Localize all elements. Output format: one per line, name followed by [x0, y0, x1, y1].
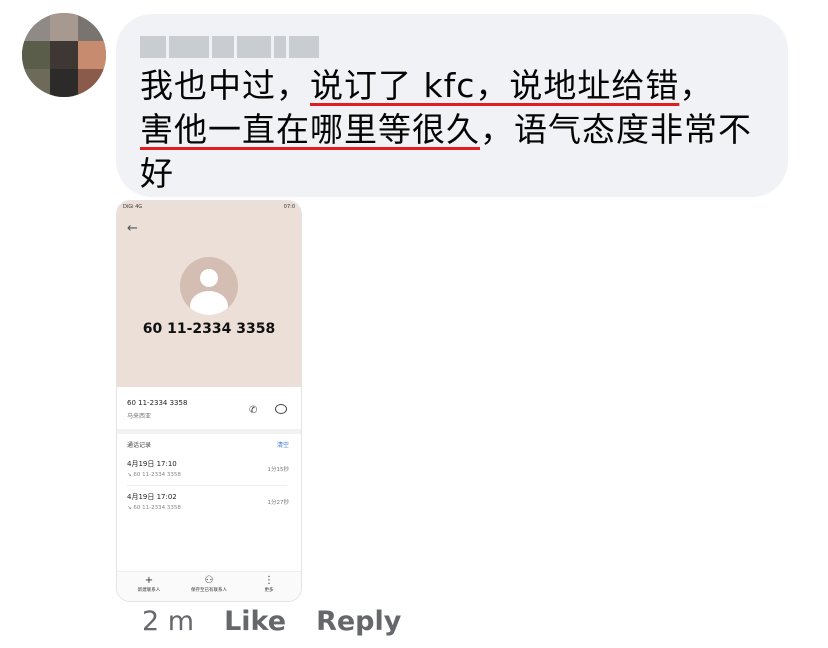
number-location: 马来西亚: [127, 413, 152, 420]
comment-text: 我也中过，说订了 kfc，说地址给错， 害他一直在哪里等很久，语气态度非常不好: [140, 64, 780, 196]
attached-screenshot[interactable]: DiGi 4G 07:0 ← 60 11-2334 3358 60 11-233…: [116, 200, 302, 602]
call-number: ↘ 60 11-2334 3358: [127, 505, 181, 511]
comment-underlined-text: 害他一直在哪里等很久: [140, 110, 480, 149]
tab-label: 新建联系人: [137, 588, 161, 593]
back-arrow-icon[interactable]: ←: [127, 221, 138, 236]
more-icon: ⋮: [264, 575, 274, 586]
tab-label: 保存至已有联系人: [191, 588, 227, 593]
bottom-toolbar: + 新建联系人 ⚇ 保存至已有联系人 ⋮ 更多: [117, 571, 301, 601]
phone-icon[interactable]: ✆: [249, 405, 257, 416]
status-time: 07:0: [283, 204, 295, 210]
like-button[interactable]: Like: [224, 606, 286, 637]
person-icon: ⚇: [204, 575, 214, 586]
divider: [117, 429, 301, 434]
call-entry[interactable]: 4月19日 17:10 ↘ 60 11-2334 3358: [127, 459, 181, 478]
comment-text-part: 我也中过，: [140, 66, 310, 105]
comment-actions: 2 m Like Reply: [142, 606, 401, 637]
save-to-contact-button[interactable]: ⚇ 保存至已有联系人: [179, 575, 239, 593]
number-row[interactable]: 60 11-2334 3358 马来西亚: [127, 399, 187, 420]
clear-history-button[interactable]: 清空: [277, 440, 289, 449]
contact-avatar-icon: [180, 257, 238, 315]
comment-underlined-text: 说订了 kfc，说地址给错: [310, 66, 680, 105]
author-name-redacted[interactable]: [140, 36, 319, 58]
new-contact-button[interactable]: + 新建联系人: [119, 575, 179, 593]
message-icon[interactable]: [275, 404, 287, 414]
call-duration: 1分27秒: [267, 500, 290, 506]
number-detail: 60 11-2334 3358: [127, 399, 188, 407]
call-datetime: 4月19日 17:02: [127, 493, 177, 501]
tab-label: 更多: [264, 588, 274, 593]
comment-timestamp[interactable]: 2 m: [142, 606, 194, 637]
call-history-title: 通话记录: [127, 442, 152, 449]
call-datetime: 4月19日 17:10: [127, 460, 177, 468]
more-button[interactable]: ⋮ 更多: [239, 575, 299, 593]
carrier-label: DiGi 4G: [123, 204, 143, 210]
call-entry[interactable]: 4月19日 17:02 ↘ 60 11-2334 3358: [127, 492, 181, 511]
contact-header: DiGi 4G 07:0 ← 60 11-2334 3358: [117, 201, 301, 387]
comment-text-part: ，: [679, 66, 714, 105]
call-number: ↘ 60 11-2334 3358: [127, 472, 181, 478]
status-bar: DiGi 4G 07:0: [123, 204, 295, 210]
divider: [127, 485, 287, 486]
contact-number: 60 11-2334 3358: [142, 321, 276, 337]
reply-button[interactable]: Reply: [316, 606, 401, 637]
avatar[interactable]: [22, 13, 106, 97]
plus-icon: +: [144, 575, 154, 586]
call-duration: 1分15秒: [267, 467, 290, 473]
